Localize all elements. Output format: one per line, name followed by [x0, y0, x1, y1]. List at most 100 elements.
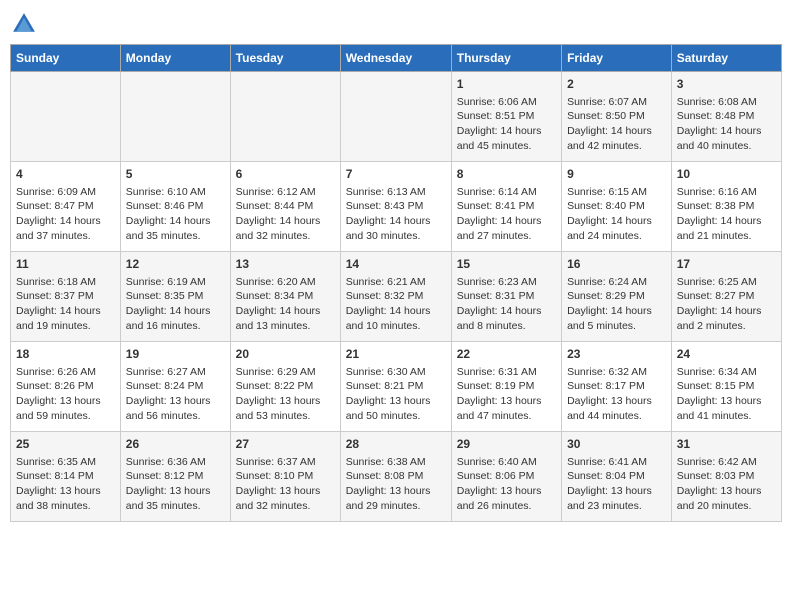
page-header — [10, 10, 782, 38]
day-number: 31 — [677, 436, 776, 453]
calendar-cell: 9 Sunrise: 6:15 AM Sunset: 8:40 PM Daylig… — [562, 162, 672, 252]
calendar-cell: 8Sunrise: 6:14 AM Sunset: 8:41 PM Daylig… — [451, 162, 561, 252]
calendar-cell: 5 Sunrise: 6:10 AM Sunset: 8:46 PM Daylig… — [120, 162, 230, 252]
day-number: 19 — [126, 346, 225, 363]
calendar-cell — [340, 72, 451, 162]
weekday-header-thursday: Thursday — [451, 45, 561, 72]
calendar-cell: 23 Sunrise: 6:32 AM Sunset: 8:17 PM Dayli… — [562, 342, 672, 432]
calendar-cell: 28 Sunrise: 6:38 AM Sunset: 8:08 PM Dayli… — [340, 432, 451, 522]
calendar-cell: 13 Sunrise: 6:20 AM Sunset: 8:34 PM Dayli… — [230, 252, 340, 342]
weekday-header-wednesday: Wednesday — [340, 45, 451, 72]
weekday-header-friday: Friday — [562, 45, 672, 72]
calendar-cell: 16 Sunrise: 6:24 AM Sunset: 8:29 PM Dayli… — [562, 252, 672, 342]
calendar-cell: 20 Sunrise: 6:29 AM Sunset: 8:22 PM Dayli… — [230, 342, 340, 432]
day-number: 18 — [16, 346, 115, 363]
day-number: 23 — [567, 346, 666, 363]
calendar-week-2: 4Sunrise: 6:09 AM Sunset: 8:47 PM Daylig… — [11, 162, 782, 252]
logo-icon — [10, 10, 38, 38]
day-number: 5 — [126, 166, 225, 183]
day-number: 22 — [457, 346, 556, 363]
day-number: 20 — [236, 346, 335, 363]
calendar-cell — [230, 72, 340, 162]
day-info: Sunrise: 6:27 AM Sunset: 8:24 PM Dayligh… — [126, 365, 225, 424]
day-number: 7 — [346, 166, 446, 183]
day-info: Sunrise: 6:06 AM Sunset: 8:51 PM Dayligh… — [457, 95, 556, 154]
calendar-cell: 12 Sunrise: 6:19 AM Sunset: 8:35 PM Dayli… — [120, 252, 230, 342]
day-number: 17 — [677, 256, 776, 273]
calendar-cell: 18 Sunrise: 6:26 AM Sunset: 8:26 PM Dayli… — [11, 342, 121, 432]
day-number: 24 — [677, 346, 776, 363]
day-info: Sunrise: 6:25 AM Sunset: 8:27 PM Dayligh… — [677, 275, 776, 334]
calendar-cell: 31 Sunrise: 6:42 AM Sunset: 8:03 PM Dayli… — [671, 432, 781, 522]
calendar-week-3: 11 Sunrise: 6:18 AM Sunset: 8:37 PM Dayli… — [11, 252, 782, 342]
calendar-cell — [11, 72, 121, 162]
day-info: Sunrise: 6:10 AM Sunset: 8:46 PM Dayligh… — [126, 185, 225, 244]
calendar-cell: 4Sunrise: 6:09 AM Sunset: 8:47 PM Daylig… — [11, 162, 121, 252]
weekday-header-row: SundayMondayTuesdayWednesdayThursdayFrid… — [11, 45, 782, 72]
day-number: 15 — [457, 256, 556, 273]
calendar-cell: 3 Sunrise: 6:08 AM Sunset: 8:48 PM Daylig… — [671, 72, 781, 162]
day-info: Sunrise: 6:24 AM Sunset: 8:29 PM Dayligh… — [567, 275, 666, 334]
day-info: Sunrise: 6:16 AM Sunset: 8:38 PM Dayligh… — [677, 185, 776, 244]
day-info: Sunrise: 6:37 AM Sunset: 8:10 PM Dayligh… — [236, 455, 335, 514]
day-number: 16 — [567, 256, 666, 273]
day-number: 3 — [677, 76, 776, 93]
calendar-cell: 29Sunrise: 6:40 AM Sunset: 8:06 PM Dayli… — [451, 432, 561, 522]
day-info: Sunrise: 6:14 AM Sunset: 8:41 PM Dayligh… — [457, 185, 556, 244]
weekday-header-tuesday: Tuesday — [230, 45, 340, 72]
calendar-week-1: 1 Sunrise: 6:06 AM Sunset: 8:51 PM Daylig… — [11, 72, 782, 162]
day-number: 11 — [16, 256, 115, 273]
day-info: Sunrise: 6:42 AM Sunset: 8:03 PM Dayligh… — [677, 455, 776, 514]
calendar-cell: 10 Sunrise: 6:16 AM Sunset: 8:38 PM Dayli… — [671, 162, 781, 252]
calendar-cell: 22 Sunrise: 6:31 AM Sunset: 8:19 PM Dayli… — [451, 342, 561, 432]
day-number: 27 — [236, 436, 335, 453]
day-number: 21 — [346, 346, 446, 363]
day-info: Sunrise: 6:19 AM Sunset: 8:35 PM Dayligh… — [126, 275, 225, 334]
calendar-cell: 7Sunrise: 6:13 AM Sunset: 8:43 PM Daylig… — [340, 162, 451, 252]
calendar-cell: 14 Sunrise: 6:21 AM Sunset: 8:32 PM Dayli… — [340, 252, 451, 342]
day-info: Sunrise: 6:20 AM Sunset: 8:34 PM Dayligh… — [236, 275, 335, 334]
day-info: Sunrise: 6:35 AM Sunset: 8:14 PM Dayligh… — [16, 455, 115, 514]
calendar-cell: 19 Sunrise: 6:27 AM Sunset: 8:24 PM Dayli… — [120, 342, 230, 432]
calendar-week-4: 18 Sunrise: 6:26 AM Sunset: 8:26 PM Dayli… — [11, 342, 782, 432]
day-info: Sunrise: 6:23 AM Sunset: 8:31 PM Dayligh… — [457, 275, 556, 334]
day-info: Sunrise: 6:21 AM Sunset: 8:32 PM Dayligh… — [346, 275, 446, 334]
day-info: Sunrise: 6:07 AM Sunset: 8:50 PM Dayligh… — [567, 95, 666, 154]
weekday-header-monday: Monday — [120, 45, 230, 72]
day-number: 28 — [346, 436, 446, 453]
calendar-table: SundayMondayTuesdayWednesdayThursdayFrid… — [10, 44, 782, 522]
day-info: Sunrise: 6:34 AM Sunset: 8:15 PM Dayligh… — [677, 365, 776, 424]
day-info: Sunrise: 6:26 AM Sunset: 8:26 PM Dayligh… — [16, 365, 115, 424]
weekday-header-sunday: Sunday — [11, 45, 121, 72]
logo — [10, 10, 42, 38]
day-number: 9 — [567, 166, 666, 183]
day-info: Sunrise: 6:32 AM Sunset: 8:17 PM Dayligh… — [567, 365, 666, 424]
day-number: 4 — [16, 166, 115, 183]
day-info: Sunrise: 6:08 AM Sunset: 8:48 PM Dayligh… — [677, 95, 776, 154]
calendar-cell — [120, 72, 230, 162]
day-info: Sunrise: 6:12 AM Sunset: 8:44 PM Dayligh… — [236, 185, 335, 244]
day-number: 1 — [457, 76, 556, 93]
day-number: 13 — [236, 256, 335, 273]
day-info: Sunrise: 6:15 AM Sunset: 8:40 PM Dayligh… — [567, 185, 666, 244]
day-info: Sunrise: 6:29 AM Sunset: 8:22 PM Dayligh… — [236, 365, 335, 424]
calendar-cell: 11 Sunrise: 6:18 AM Sunset: 8:37 PM Dayli… — [11, 252, 121, 342]
day-info: Sunrise: 6:18 AM Sunset: 8:37 PM Dayligh… — [16, 275, 115, 334]
day-info: Sunrise: 6:36 AM Sunset: 8:12 PM Dayligh… — [126, 455, 225, 514]
day-number: 25 — [16, 436, 115, 453]
day-number: 10 — [677, 166, 776, 183]
day-number: 2 — [567, 76, 666, 93]
day-info: Sunrise: 6:38 AM Sunset: 8:08 PM Dayligh… — [346, 455, 446, 514]
calendar-body: 1 Sunrise: 6:06 AM Sunset: 8:51 PM Daylig… — [11, 72, 782, 522]
calendar-cell: 30Sunrise: 6:41 AM Sunset: 8:04 PM Dayli… — [562, 432, 672, 522]
calendar-cell: 1 Sunrise: 6:06 AM Sunset: 8:51 PM Daylig… — [451, 72, 561, 162]
day-info: Sunrise: 6:41 AM Sunset: 8:04 PM Dayligh… — [567, 455, 666, 514]
calendar-cell: 26Sunrise: 6:36 AM Sunset: 8:12 PM Dayli… — [120, 432, 230, 522]
calendar-cell: 24 Sunrise: 6:34 AM Sunset: 8:15 PM Dayli… — [671, 342, 781, 432]
day-number: 14 — [346, 256, 446, 273]
day-number: 12 — [126, 256, 225, 273]
day-number: 6 — [236, 166, 335, 183]
day-info: Sunrise: 6:30 AM Sunset: 8:21 PM Dayligh… — [346, 365, 446, 424]
day-info: Sunrise: 6:31 AM Sunset: 8:19 PM Dayligh… — [457, 365, 556, 424]
calendar-cell: 21 Sunrise: 6:30 AM Sunset: 8:21 PM Dayli… — [340, 342, 451, 432]
